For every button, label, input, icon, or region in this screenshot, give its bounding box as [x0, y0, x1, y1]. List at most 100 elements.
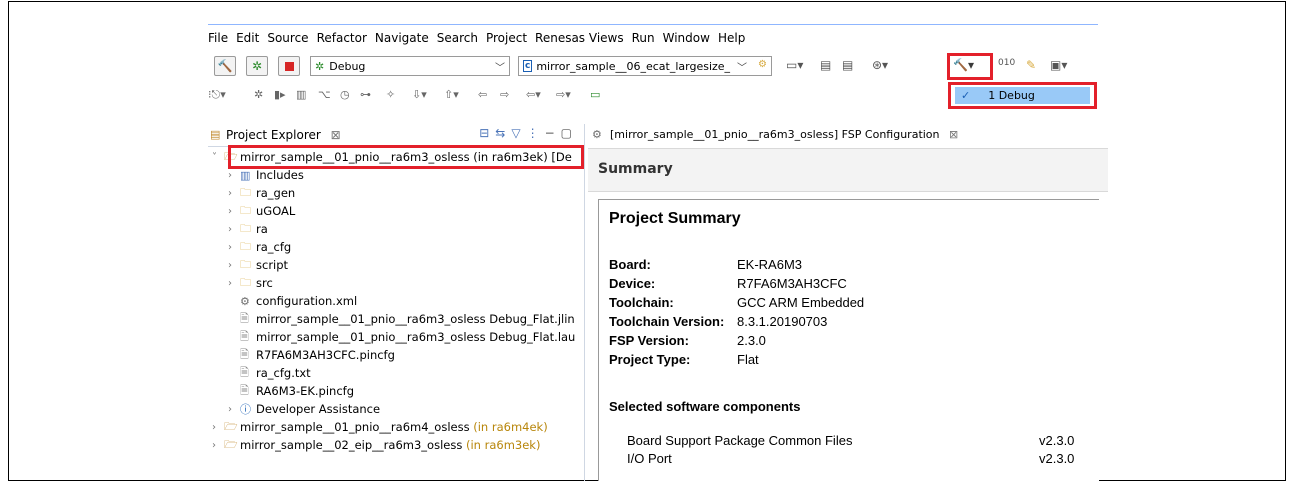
field-key: FSP Version:	[609, 333, 689, 348]
new-file-icon[interactable]: ▭▾	[786, 58, 803, 72]
component-row: Board Support Package Common Files v2.3.…	[627, 433, 1097, 448]
chevron-right-icon[interactable]: ›	[228, 206, 240, 217]
chevron-right-icon[interactable]: ›	[228, 242, 240, 253]
new-project-icon[interactable]: ▣▾	[1050, 58, 1067, 72]
project-icon: 🗁	[224, 419, 238, 433]
tree-item-ra[interactable]: › 🗀 ra	[228, 221, 268, 237]
maximize-icon[interactable]: ▢	[561, 126, 578, 140]
save-all-icon[interactable]: ▤	[842, 58, 853, 72]
tree-item-device-pincfg[interactable]: 🗎 R7FA6M3AH3CFC.pincfg	[240, 347, 395, 363]
branch-icon[interactable]: ⌥	[318, 88, 331, 101]
chevron-right-icon[interactable]: ›	[228, 260, 240, 271]
project-explorer-tab[interactable]: Project Explorer ⊠	[226, 128, 341, 142]
link-editor-icon[interactable]: ⇆	[495, 126, 511, 140]
previous-annotation-icon[interactable]: ⇧▾	[444, 88, 459, 101]
memory-icon[interactable]: ▥	[296, 88, 306, 101]
forward-icon[interactable]: ⇨▾	[556, 88, 571, 101]
menu-help[interactable]: Help	[718, 31, 745, 49]
tree-item-board-pincfg[interactable]: 🗎 RA6M3-EK.pincfg	[240, 383, 354, 399]
menu-renesas-views[interactable]: Renesas Views	[535, 31, 624, 49]
back-edit-icon[interactable]: ⇦	[478, 88, 487, 101]
chevron-right-icon[interactable]: ›	[228, 404, 240, 415]
target-icon[interactable]: ✲	[254, 88, 263, 101]
save-icon[interactable]: ▤	[820, 58, 831, 72]
tree-item-developer-assistance[interactable]: › ⓘ Developer Assistance	[228, 401, 380, 417]
tree-item-src[interactable]: › 🗀 src	[228, 275, 273, 291]
forward-edit-icon[interactable]: ⇨	[500, 88, 509, 101]
summary-header: Summary	[588, 148, 1108, 192]
tree-item-debug-launch[interactable]: 🗎 mirror_sample__01_pnio__ra6m3_osless D…	[240, 329, 575, 345]
tree-item-ra-gen[interactable]: › 🗀 ra_gen	[228, 185, 295, 201]
launch-configuration-combo[interactable]: c mirror_sample__06_ecat_largesize_ ﹀ ⚙	[518, 56, 772, 76]
chevron-right-icon[interactable]: ›	[228, 188, 240, 199]
tree-item-ra-cfg[interactable]: › 🗀 ra_cfg	[228, 239, 291, 255]
launch-mode-combo[interactable]: ✲ Debug ﹀	[310, 56, 510, 76]
chevron-down-icon[interactable]: ˅	[212, 152, 224, 163]
summary-row-toolchain-version: Toolchain Version: 8.3.1.20190703	[609, 314, 827, 329]
stop-button[interactable]	[278, 56, 300, 76]
link-icon[interactable]: ⊶	[360, 88, 371, 101]
binary-file-icon[interactable]: 010	[998, 58, 1015, 68]
minimize-icon[interactable]: −	[545, 126, 561, 140]
menu-project[interactable]: Project	[486, 31, 527, 49]
folder-icon: 🗀	[240, 221, 251, 235]
field-value: R7FA6M3AH3CFC	[737, 276, 847, 291]
filter-icon[interactable]: ▽	[511, 126, 526, 140]
hammer-dropdown-icon[interactable]: 🔨▾	[953, 58, 974, 72]
chevron-right-icon[interactable]: ›	[228, 224, 240, 235]
tree-item-label: mirror_sample__02_eip__ra6m3_osless	[240, 438, 463, 452]
view-menu-icon[interactable]: ⋮	[527, 126, 545, 140]
tree-item-label: script	[256, 258, 289, 272]
chevron-right-icon[interactable]: ›	[228, 278, 240, 289]
clock-icon[interactable]: ◷	[340, 88, 350, 101]
bug-icon: ✲	[315, 59, 325, 73]
chevron-right-icon[interactable]: ›	[212, 440, 224, 451]
collapse-all-icon[interactable]: ⊟	[479, 126, 495, 140]
menu-refactor[interactable]: Refactor	[317, 31, 367, 49]
fsp-configuration-tab[interactable]: ⚙ [mirror_sample__01_pnio__ra6m3_osless]…	[588, 124, 1108, 146]
field-value: Flat	[737, 352, 759, 367]
chevron-right-icon[interactable]: ›	[212, 422, 224, 433]
tree-item-configuration-xml[interactable]: ⚙ configuration.xml	[240, 293, 357, 309]
open-perspective-icon[interactable]: ▭	[590, 88, 600, 101]
field-value: 8.3.1.20190703	[737, 314, 828, 329]
tree-item-ra-cfg-txt[interactable]: 🗎 ra_cfg.txt	[240, 365, 311, 381]
close-icon[interactable]: ⊠	[949, 128, 958, 141]
summary-row-board: Board: EK-RA6M3	[609, 257, 802, 272]
build-button[interactable]: 🔨	[214, 56, 236, 76]
menu-window[interactable]: Window	[663, 31, 710, 49]
tree-item-script[interactable]: › 🗀 script	[228, 257, 288, 273]
gear-icon: ⚙	[592, 128, 602, 141]
tree-item-project-ra6m4[interactable]: › 🗁 mirror_sample__01_pnio__ra6m4_osless…	[212, 419, 548, 435]
tree-item-label: ra_cfg.txt	[256, 366, 311, 380]
tree-item-debug-jlink[interactable]: 🗎 mirror_sample__01_pnio__ra6m3_osless D…	[240, 311, 575, 327]
menu-file[interactable]: File	[208, 31, 228, 49]
annotation-icon[interactable]: ✧	[386, 88, 395, 101]
menu-run[interactable]: Run	[632, 31, 655, 49]
tree-item-label: RA6M3-EK.pincfg	[256, 384, 355, 398]
tree-item-label: uGOAL	[256, 204, 296, 218]
project-highlight	[228, 145, 584, 169]
component-version: v2.3.0	[1039, 451, 1075, 466]
pencil-icon[interactable]: ✎	[1026, 58, 1036, 72]
gear-icon: ⚙	[758, 59, 767, 70]
tree-item-label: ra	[256, 222, 268, 236]
menu-edit[interactable]: Edit	[236, 31, 259, 49]
chevron-right-icon[interactable]: ›	[228, 170, 240, 181]
menu-search[interactable]: Search	[437, 31, 478, 49]
debug-launch-button[interactable]: ✲	[246, 56, 268, 76]
file-icon: 🗎	[240, 383, 249, 397]
debug-settings-icon[interactable]: ⊛▾	[872, 58, 888, 72]
menu-navigate[interactable]: Navigate	[375, 31, 429, 49]
editor-tab-title: [mirror_sample__01_pnio__ra6m3_osless] F…	[610, 128, 940, 141]
tree-item-includes[interactable]: › ▥ Includes	[228, 167, 304, 183]
next-annotation-icon[interactable]: ⇩▾	[412, 88, 427, 101]
resume-icon[interactable]: ▮▸	[274, 88, 286, 101]
step-icon[interactable]: ⁝⎋▾	[208, 88, 226, 102]
close-icon[interactable]: ⊠	[331, 128, 341, 142]
project-explorer-header: ▤ Project Explorer ⊠ ⊟⇆▽⋮−▢	[208, 124, 584, 147]
tree-item-ugoal[interactable]: › 🗀 uGOAL	[228, 203, 295, 219]
back-icon[interactable]: ⇦▾	[526, 88, 541, 101]
menu-source[interactable]: Source	[267, 31, 308, 49]
tree-item-project-eip-ra6m3[interactable]: › 🗁 mirror_sample__02_eip__ra6m3_osless …	[212, 437, 540, 453]
